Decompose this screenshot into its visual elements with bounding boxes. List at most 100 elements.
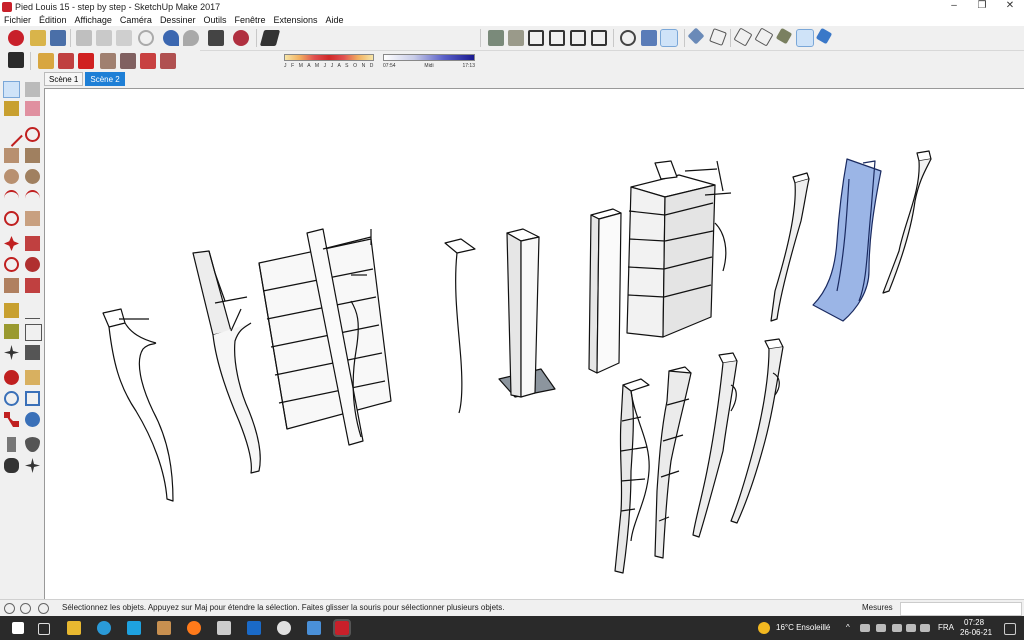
component-tool-icon[interactable] [25, 82, 40, 97]
top-view-icon[interactable] [508, 30, 524, 46]
previous-view-icon[interactable] [25, 412, 40, 427]
line-tool-icon[interactable] [0, 124, 23, 147]
print-icon[interactable] [208, 30, 224, 46]
pan-tool-icon[interactable] [25, 370, 40, 385]
style-hidden-line-icon[interactable] [687, 27, 705, 45]
user-account-icon[interactable] [38, 603, 49, 614]
square-post-5[interactable] [498, 228, 556, 398]
clock-time[interactable]: 07:28 [964, 618, 984, 627]
erase-icon[interactable] [138, 30, 154, 46]
model-viewport[interactable] [44, 88, 1024, 599]
menu-camera[interactable]: Caméra [116, 15, 156, 25]
text-tool-icon[interactable] [25, 324, 42, 341]
two-point-arc-icon[interactable] [25, 190, 40, 207]
rotate-tool-icon[interactable] [4, 257, 19, 272]
paste-icon[interactable] [116, 30, 132, 46]
axes-tool-icon[interactable] [4, 345, 19, 360]
ext-tool-4-icon[interactable] [100, 53, 116, 69]
back-edges-icon[interactable] [641, 30, 657, 46]
menu-fenetre[interactable]: Fenêtre [230, 15, 269, 25]
follow-me-icon[interactable] [25, 257, 40, 272]
menu-extensions[interactable]: Extensions [270, 15, 322, 25]
shadow-time-slider[interactable]: 07:54 Midi 17:13 [383, 54, 475, 72]
tape-measure-icon[interactable] [4, 303, 19, 318]
offset-tool-icon[interactable] [25, 278, 40, 293]
orbit-tool-icon[interactable] [4, 370, 19, 385]
style-selected-icon[interactable] [796, 29, 814, 47]
front-view-icon[interactable] [528, 30, 544, 46]
month-slider-track[interactable] [284, 54, 374, 61]
getting-started-icon[interactable] [8, 30, 24, 46]
footprints-icon[interactable] [4, 458, 19, 473]
menu-dessiner[interactable]: Dessiner [156, 15, 200, 25]
selected-leg-9[interactable] [812, 158, 882, 322]
style-xray-icon[interactable] [775, 27, 793, 45]
volume-icon[interactable] [906, 624, 916, 632]
leg-bottom-12[interactable] [654, 366, 692, 559]
ext-tool-7-icon[interactable] [160, 53, 176, 69]
chevron-up-icon[interactable]: ^ [846, 623, 850, 632]
slab-6[interactable] [588, 208, 622, 374]
arc-tool-icon[interactable] [4, 190, 19, 207]
freehand-tool-icon[interactable] [25, 127, 40, 142]
open-folder-icon[interactable] [30, 30, 46, 46]
tab-scene-2[interactable]: Scène 2 [85, 72, 125, 86]
leg-profile-thin-4[interactable] [444, 238, 476, 414]
iso-view-icon[interactable] [488, 30, 504, 46]
tab-scene-1[interactable]: Scène 1 [44, 72, 84, 86]
ocl-icon[interactable] [8, 52, 24, 68]
leg-extruded-2[interactable] [192, 250, 261, 474]
menu-edition[interactable]: Édition [35, 15, 71, 25]
3d-text-icon[interactable] [25, 345, 40, 360]
leg-profile-1[interactable] [102, 308, 174, 502]
clock-date[interactable]: 26-06-21 [960, 628, 992, 637]
cabriole-leg-8[interactable] [770, 172, 810, 322]
left-view-icon[interactable] [591, 30, 607, 46]
leg-block-sections-3[interactable] [258, 228, 392, 446]
calculator-icon[interactable] [217, 621, 231, 635]
language-indicator[interactable]: FRA [938, 623, 954, 632]
style-monochrome-icon[interactable] [754, 27, 774, 47]
protractor-icon[interactable] [4, 324, 19, 339]
network-icon[interactable] [876, 624, 886, 632]
thin-leg-10[interactable] [882, 150, 932, 294]
notification-icon[interactable] [1004, 623, 1016, 635]
shadow-month-slider[interactable]: J F M A M J J A S O N D [284, 54, 374, 72]
menu-outils[interactable]: Outils [199, 15, 230, 25]
polygon-tool-icon[interactable] [25, 169, 40, 184]
push-pull-icon[interactable] [25, 236, 40, 251]
minimize-button[interactable]: – [940, 0, 968, 13]
firefox-icon[interactable] [187, 621, 201, 635]
walk-tool-icon[interactable] [7, 437, 16, 452]
wifi-icon[interactable] [892, 624, 902, 632]
circle-tool-icon[interactable] [4, 169, 19, 184]
weather-text[interactable]: 16°C Ensoleillé [776, 623, 830, 632]
credits-icon[interactable] [20, 603, 31, 614]
ext-tool-2-icon[interactable] [58, 53, 74, 69]
rotated-rectangle-icon[interactable] [25, 148, 40, 163]
three-point-arc-icon[interactable] [4, 211, 19, 226]
leg-bottom-13[interactable] [692, 352, 738, 538]
outlook-icon[interactable] [247, 621, 261, 635]
style-color-icon[interactable] [815, 27, 833, 45]
back-view-icon[interactable] [570, 30, 586, 46]
ext-tool-6-icon[interactable] [140, 53, 156, 69]
undo-icon[interactable] [163, 30, 179, 46]
ext-tool-3-icon[interactable] [78, 53, 94, 69]
zoom-extents-icon[interactable] [4, 412, 19, 427]
close-button[interactable]: ✕ [996, 0, 1024, 13]
cut-icon[interactable] [76, 30, 92, 46]
maximize-button[interactable]: ❐ [968, 0, 996, 13]
select-tool-icon[interactable] [3, 81, 20, 98]
save-icon[interactable] [50, 30, 66, 46]
shadows-toggle-icon[interactable] [259, 30, 281, 46]
redo-icon[interactable] [183, 30, 199, 46]
zoom-window-icon[interactable] [25, 391, 40, 406]
leg-bottom-11[interactable] [614, 378, 650, 574]
leg-bottom-14[interactable] [730, 338, 784, 524]
ext-tool-5-icon[interactable] [120, 53, 136, 69]
eraser-icon[interactable] [25, 101, 40, 116]
file-explorer-icon[interactable] [67, 621, 81, 635]
edge-browser-icon[interactable] [97, 621, 111, 635]
paint-app-icon[interactable] [157, 621, 171, 635]
